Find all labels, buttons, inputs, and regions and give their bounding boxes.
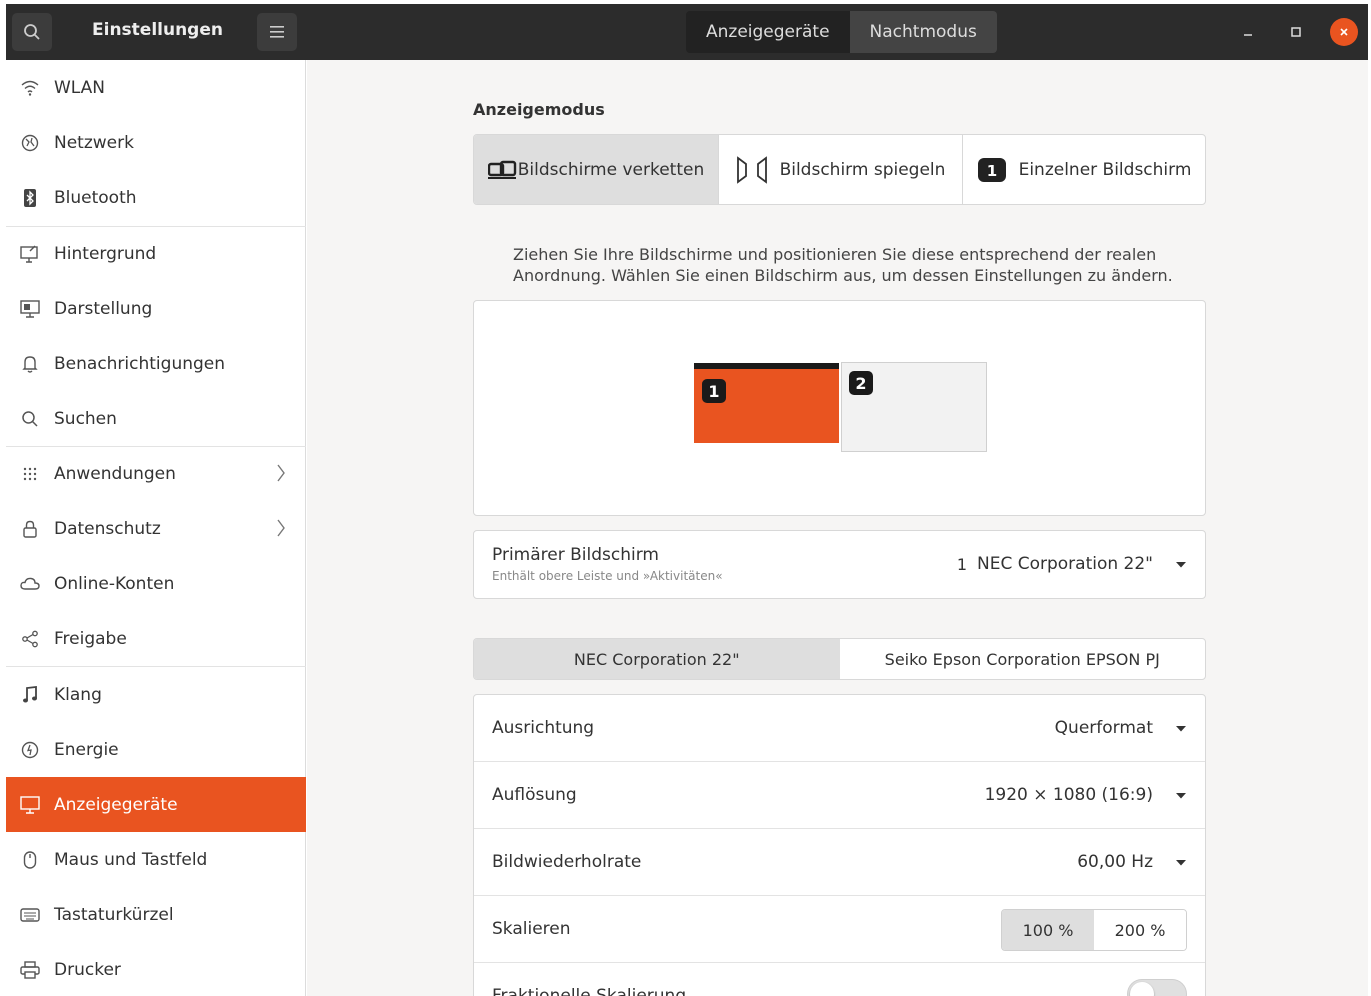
primary-display-number: 1 <box>956 555 967 574</box>
chevron-right-icon <box>277 464 285 482</box>
mouse-icon <box>6 850 54 869</box>
power-icon <box>6 741 54 759</box>
single-display-icon: 1 <box>977 157 1006 182</box>
wifi-icon <box>6 80 54 96</box>
hamburger-icon <box>270 26 284 38</box>
sidebar-item-freigabe[interactable]: Freigabe <box>6 611 306 666</box>
monitor-settings-card: Ausrichtung Querformat Auflösung 1920 × … <box>473 694 1206 996</box>
primary-display-label: Primärer Bildschirm <box>492 545 659 565</box>
cloud-icon <box>6 577 54 591</box>
monitor-1-badge: 1 <box>702 379 726 403</box>
resolution-value: 1920 × 1080 (16:9) <box>984 785 1153 805</box>
header-bar: Einstellungen Anzeigegeräte Nachtmodus <box>6 4 1368 60</box>
dropdown-arrow-icon <box>1176 562 1186 568</box>
keyboard-icon <box>6 907 54 922</box>
monitor-tabs: NEC Corporation 22" Seiko Epson Corporat… <box>473 638 1206 680</box>
sidebar-item-datenschutz[interactable]: Datenschutz <box>6 501 306 556</box>
sidebar-item-energie[interactable]: Energie <box>6 722 306 777</box>
orientation-value: Querformat <box>1054 718 1153 738</box>
minimize-button[interactable] <box>1234 18 1262 46</box>
chevron-right-icon <box>277 519 285 537</box>
scale-row: Skalieren 100 % 200 % <box>474 896 1205 963</box>
music-note-icon <box>6 685 54 704</box>
background-icon <box>6 245 54 263</box>
lock-icon <box>6 520 54 538</box>
sidebar: WLAN Netzwerk Bluetooth Hintergrund Dars… <box>6 60 306 996</box>
monitor-1-preview[interactable]: 1 <box>694 363 839 443</box>
appearance-icon <box>6 299 54 318</box>
apps-grid-icon <box>6 466 54 482</box>
sidebar-item-online-konten[interactable]: Online-Konten <box>6 556 306 611</box>
sidebar-item-maus-und-tastfeld[interactable]: Maus und Tastfeld <box>6 832 306 887</box>
search-button[interactable] <box>12 13 52 51</box>
monitor-2-badge: 2 <box>849 371 873 395</box>
view-switcher: Anzeigegeräte Nachtmodus <box>686 11 997 53</box>
join-displays-icon <box>487 160 516 179</box>
share-icon <box>6 630 54 648</box>
scale-200-button[interactable]: 200 % <box>1094 910 1186 950</box>
fractional-scaling-toggle[interactable] <box>1127 979 1187 996</box>
app-title: Einstellungen <box>92 20 223 40</box>
scale-100-button[interactable]: 100 % <box>1002 910 1094 950</box>
sidebar-item-tastaturkuerzel[interactable]: Tastaturkürzel <box>6 887 306 942</box>
refresh-rate-row[interactable]: Bildwiederholrate 60,00 Hz <box>474 829 1205 896</box>
resolution-row[interactable]: Auflösung 1920 × 1080 (16:9) <box>474 762 1205 829</box>
menu-button[interactable] <box>257 13 297 51</box>
bell-icon <box>6 355 54 373</box>
display-icon <box>6 795 54 814</box>
sidebar-item-anzeigegeraete[interactable]: Anzeigegeräte <box>6 777 306 832</box>
arrangement-hint: Ziehen Sie Ihre Bildschirme und position… <box>513 245 1173 285</box>
sidebar-item-anwendungen[interactable]: Anwendungen <box>6 446 306 501</box>
display-arrangement-area: 1 2 <box>473 300 1206 516</box>
refresh-rate-value: 60,00 Hz <box>1077 852 1153 872</box>
search-icon <box>24 24 40 40</box>
sidebar-item-benachrichtigungen[interactable]: Benachrichtigungen <box>6 336 306 391</box>
network-icon <box>6 134 54 152</box>
display-mode-selector: Bildschirme verketten Bildschirm spiegel… <box>473 134 1206 205</box>
fractional-scaling-row: Fraktionelle Skalierung <box>474 963 1205 996</box>
bluetooth-icon <box>6 188 54 207</box>
dropdown-arrow-icon <box>1176 860 1186 866</box>
maximize-icon <box>1291 27 1301 37</box>
mirror-icon <box>736 155 767 184</box>
maximize-button[interactable] <box>1282 18 1310 46</box>
printer-icon <box>6 960 54 979</box>
sidebar-item-drucker[interactable]: Drucker <box>6 942 306 996</box>
minimize-icon <box>1244 34 1252 36</box>
scale-selector: 100 % 200 % <box>1001 909 1187 951</box>
sidebar-item-wlan[interactable]: WLAN <box>6 60 306 115</box>
main-panel: Anzeigemodus Bildschirme verketten Bilds… <box>307 60 1368 996</box>
sidebar-item-suchen[interactable]: Suchen <box>6 391 306 446</box>
primary-display-row[interactable]: Primärer Bildschirm Enthält obere Leiste… <box>473 530 1206 599</box>
mode-join-button[interactable]: Bildschirme verketten <box>474 135 719 204</box>
orientation-row[interactable]: Ausrichtung Querformat <box>474 695 1205 762</box>
primary-display-value: NEC Corporation 22" <box>976 554 1153 574</box>
dropdown-arrow-icon <box>1176 793 1186 799</box>
primary-display-sublabel: Enthält obere Leiste und »Aktivitäten« <box>492 569 723 583</box>
mode-mirror-button[interactable]: Bildschirm spiegeln <box>719 135 963 204</box>
sidebar-item-darstellung[interactable]: Darstellung <box>6 281 306 336</box>
sidebar-item-bluetooth[interactable]: Bluetooth <box>6 170 306 225</box>
svg-text:1: 1 <box>986 162 996 180</box>
section-title: Anzeigemodus <box>473 100 605 119</box>
sidebar-item-klang[interactable]: Klang <box>6 667 306 722</box>
tab-monitor-nec[interactable]: NEC Corporation 22" <box>474 639 840 679</box>
sidebar-item-hintergrund[interactable]: Hintergrund <box>6 226 306 281</box>
monitor-2-preview[interactable]: 2 <box>841 362 987 452</box>
tab-nachtmodus[interactable]: Nachtmodus <box>849 11 997 53</box>
tab-anzeigegeraete[interactable]: Anzeigegeräte <box>686 11 850 53</box>
close-button[interactable] <box>1330 18 1358 46</box>
dropdown-arrow-icon <box>1176 726 1186 732</box>
close-icon <box>1340 28 1348 36</box>
tab-monitor-epson[interactable]: Seiko Epson Corporation EPSON PJ <box>840 639 1206 679</box>
mode-single-button[interactable]: 1 Einzelner Bildschirm <box>963 135 1205 204</box>
sidebar-item-netzwerk[interactable]: Netzwerk <box>6 115 306 170</box>
search-icon <box>6 410 54 428</box>
